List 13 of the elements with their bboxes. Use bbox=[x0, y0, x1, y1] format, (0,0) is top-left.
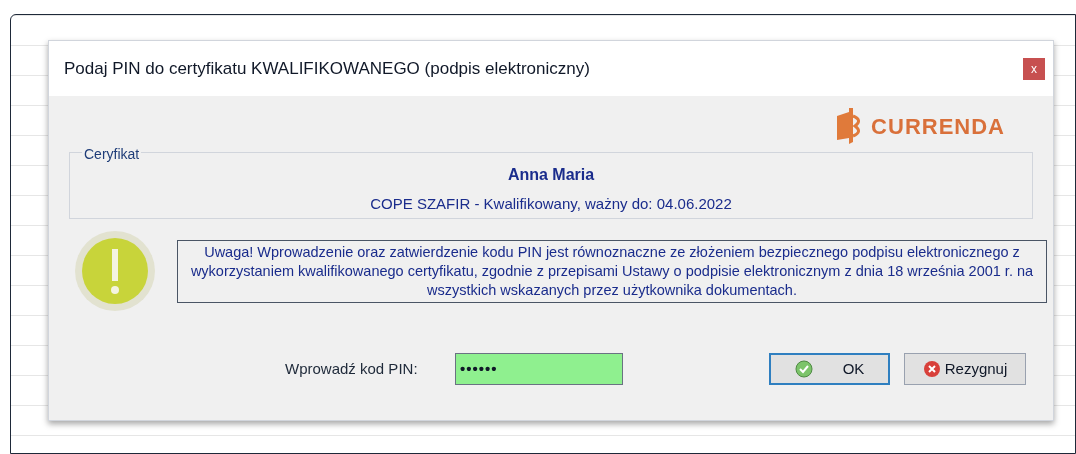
window-title: Podaj PIN do certyfikatu KWALIFIKOWANEGO (podpis elektroniczny) bbox=[64, 57, 590, 80]
logo: CURRENDA bbox=[835, 106, 1005, 146]
pin-label: Wprowadź kod PIN: bbox=[285, 358, 419, 379]
close-button[interactable]: x bbox=[1023, 57, 1045, 80]
check-icon bbox=[794, 360, 813, 378]
cancel-button[interactable]: Rezygnuj bbox=[904, 353, 1026, 385]
pin-field[interactable]: •••••• bbox=[455, 353, 623, 385]
warning-icon bbox=[73, 229, 157, 313]
certificate-holder: Anna Maria bbox=[507, 165, 595, 186]
certificate-details: COPE SZAFIR - Kwalifikowany, ważny do: 04.06.2022 bbox=[370, 194, 732, 215]
ok-button[interactable]: OK bbox=[769, 353, 890, 385]
cancel-icon bbox=[922, 360, 941, 378]
warning-text: Uwaga! Wprowadzenie oraz zatwierdzenie kodu PIN jest równoznaczne ze złożeniem bezpiecznego podpisu elektronicznego z wykorzystaniem kwalifikowanego certyfikatu, zgodnie z przepisami Ustawy o podpisie elektronicznym z dnia 18 września 2001 r. na wszystkich wskazanych przez użytkownika dokumentach. bbox=[177, 239, 1047, 303]
